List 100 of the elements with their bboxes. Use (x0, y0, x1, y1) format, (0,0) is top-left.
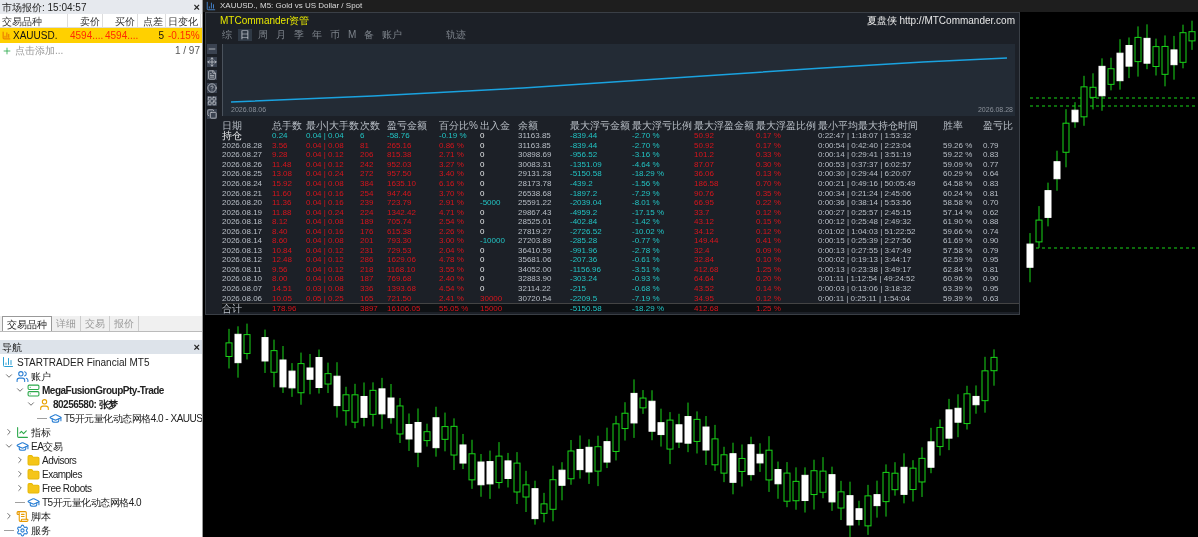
close-button[interactable]: × (193, 1, 200, 13)
float-profit-ratio-cell: 0.17 % (756, 131, 781, 141)
expand-caret-icon[interactable] (15, 385, 25, 395)
column-header: 百分比% (439, 120, 479, 131)
tree-item[interactable]: Examples (42, 466, 82, 482)
hold-time-cell: 0:00:13 | 0:27:55 | 3:47:49 (818, 245, 912, 255)
cash-flow-cell: 0 (480, 207, 485, 217)
lots-cell: 12.48 (272, 255, 293, 265)
period-tab[interactable]: 备 (362, 29, 377, 41)
float-profit-ratio-cell: 0.15 % (756, 217, 781, 227)
hold-time-cell: 0:00:03 | 0:13:06 | 3:18:32 (818, 284, 912, 293)
graduation-cap-icon (16, 439, 29, 453)
period-tab[interactable]: 综 (220, 29, 234, 41)
hold-time-cell: 0:00:14 | 0:29:41 | 3:51:19 (818, 150, 912, 160)
max-drawdown-cell: -839.44 (570, 140, 598, 150)
period-tab[interactable]: M (346, 29, 359, 41)
tree-item[interactable]: 服务 (31, 522, 50, 537)
lot-range-cell: 0.04 | 0.08 (306, 274, 344, 284)
move-icon[interactable] (207, 57, 217, 67)
period-tab[interactable]: 日 (238, 29, 252, 41)
max-drawdown-cell: -439.2 (570, 179, 593, 188)
balance-cell: 34052.00 (518, 264, 552, 274)
max-float-profit-cell: 412.68 (694, 264, 719, 274)
percent-cell: 2.71 % (439, 150, 464, 160)
win-rate-cell: 58.58 % (943, 198, 973, 208)
max-drawdown-cell: -839.44 (570, 131, 598, 141)
count-cell: 189 (360, 217, 374, 227)
date-cell: 2026.08.17 (222, 226, 263, 236)
copy-icon[interactable] (207, 109, 217, 119)
expand-caret-icon[interactable] (4, 441, 14, 451)
column-header: 胜率 (943, 120, 964, 131)
period-tab[interactable]: 周 (256, 29, 270, 41)
collapse-caret-icon[interactable] (15, 469, 25, 479)
collapse-caret-icon[interactable] (4, 427, 14, 437)
collapse-caret-icon[interactable] (15, 483, 25, 493)
column-header[interactable]: 卖价 (68, 14, 103, 27)
percent-cell: 3.40 % (439, 169, 464, 179)
users-icon (16, 369, 29, 383)
tree-item[interactable]: T5开元量化动态网格4.0 (42, 494, 142, 510)
max-drawdown-cell: -4959.2 (570, 207, 598, 217)
document-icon[interactable] (207, 70, 217, 80)
brand-link[interactable]: 夏盘侠 http://MTCommander.com (866, 13, 1015, 28)
tree-item[interactable]: Advisors (42, 452, 77, 468)
tree-item[interactable]: 脚本 (31, 508, 50, 524)
float-profit-ratio-cell: 0.30 % (756, 159, 781, 169)
tree-item[interactable]: MegaFusionGroupPty-Trade (42, 382, 164, 398)
win-rate-cell: 57.58 % (943, 245, 973, 255)
column-header[interactable]: 交易品种 (0, 14, 68, 27)
help-icon[interactable] (207, 83, 217, 93)
cash-flow-cell: 0 (480, 245, 485, 255)
max-float-profit-cell: 33.7 (694, 207, 710, 217)
collapse-caret-icon[interactable] (15, 455, 25, 465)
column-header[interactable]: 点差 (138, 14, 166, 27)
hold-time-cell: 0:01:02 | 1:04:03 | 51:22:52 (818, 226, 916, 236)
quote-row[interactable]: XAUUSD. 4594.... 4594.... 5 -0.15% (0, 28, 202, 43)
folder-icon (27, 481, 40, 495)
period-tab[interactable]: 季 (292, 29, 306, 41)
expand-caret-icon[interactable] (4, 371, 14, 381)
profit-cell: 1635.10 (387, 179, 416, 188)
minus-icon[interactable] (207, 44, 217, 54)
period-tab[interactable]: 轨迹 (444, 29, 469, 41)
float-profit-ratio-cell: 1.25 % (756, 264, 781, 274)
max-float-profit-cell: 43.52 (694, 284, 715, 293)
column-header: 日期 (222, 120, 243, 131)
panel-tab[interactable]: 交易品种 (2, 316, 52, 331)
profit-cell: 723.79 (387, 198, 412, 208)
tree-item[interactable]: 指标 (31, 424, 50, 440)
expand-caret-icon[interactable] (26, 399, 36, 409)
count-cell: 336 (360, 284, 374, 293)
grid-icon[interactable] (207, 96, 217, 106)
drawdown-ratio-cell: -1.42 % (632, 217, 660, 227)
win-rate-cell: 59.66 % (943, 226, 973, 236)
close-button[interactable]: × (193, 341, 200, 353)
tree-root[interactable]: STARTRADER Financial MT5 (17, 354, 150, 370)
period-tab[interactable]: 币 (328, 29, 342, 41)
collapse-caret-icon[interactable] (4, 511, 14, 521)
column-header[interactable]: 日变化 (166, 14, 201, 27)
max-drawdown-cell: -215 (570, 284, 586, 293)
tree-item[interactable]: Free Robots (42, 480, 92, 496)
tree-item[interactable]: T5开元量化动态网格4.0 - XAUUS (64, 410, 202, 426)
hold-time-cell: 0:00:13 | 0:23:38 | 3:49:17 (818, 264, 912, 274)
tree-item[interactable]: 账户 (31, 368, 50, 384)
max-float-profit-cell: 32.84 (694, 255, 715, 265)
column-header[interactable]: 买价 (103, 14, 138, 27)
period-tab[interactable]: 账户 (380, 29, 405, 41)
date-cell: 2026.08.19 (222, 207, 263, 217)
cash-flow-cell: 0 (480, 131, 485, 141)
max-float-profit-cell: 36.06 (694, 169, 715, 179)
count-cell: 165 (360, 293, 374, 303)
tree-item[interactable]: 80256580: 张梦 (53, 396, 118, 412)
tree-item[interactable]: EA交易 (31, 438, 63, 454)
win-rate-cell: 61.69 % (943, 236, 973, 246)
period-tab[interactable]: 年 (310, 29, 324, 41)
period-tab[interactable]: 月 (274, 29, 288, 41)
cash-flow-cell: -10000 (480, 236, 505, 246)
profit-cell: 1342.42 (387, 207, 416, 217)
date-cell: 持仓 (222, 131, 242, 141)
win-rate-cell: 59.26 % (943, 140, 973, 150)
max-drawdown-cell: -991.96 (570, 245, 598, 255)
count-cell: 254 (360, 188, 374, 198)
